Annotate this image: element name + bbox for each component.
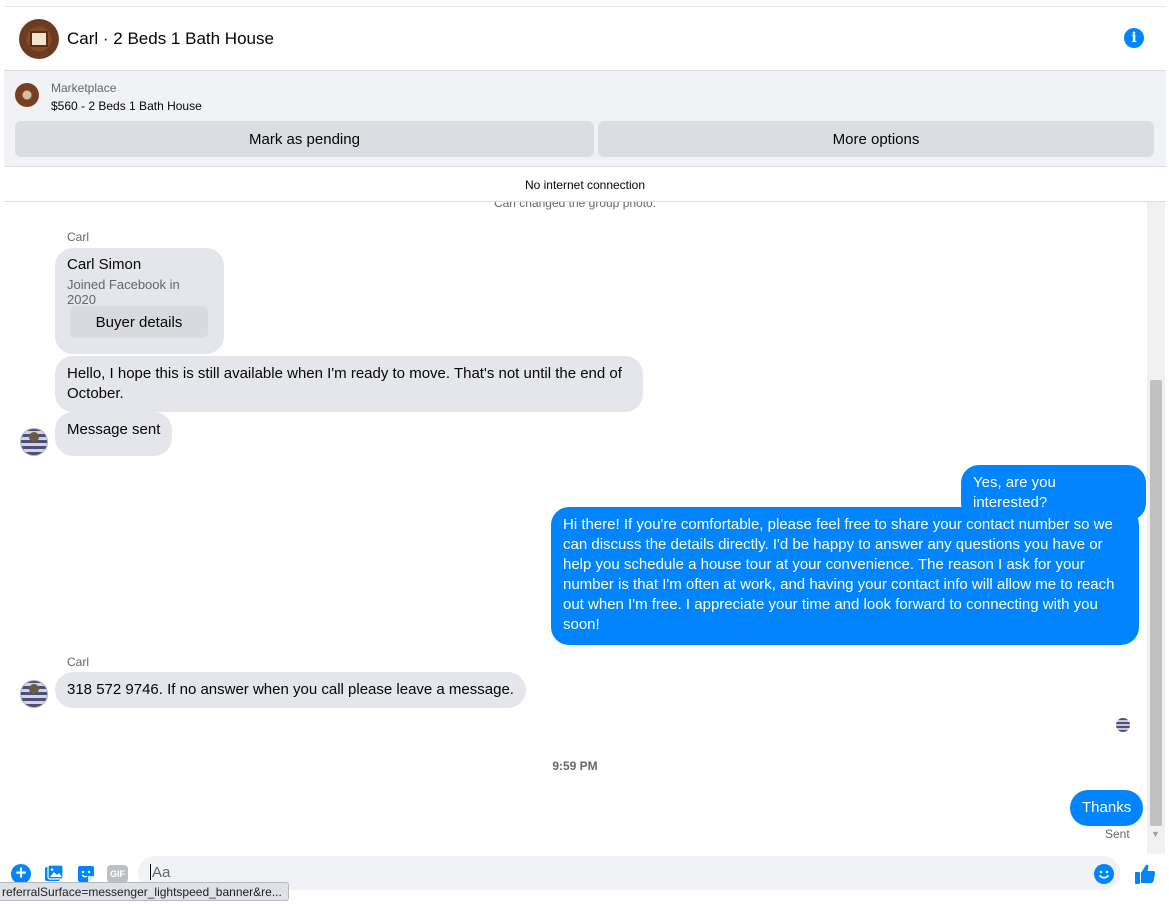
more-options-button[interactable]: More options bbox=[598, 121, 1154, 157]
message-bubble-outgoing[interactable]: Hi there! If you're comfortable, please … bbox=[551, 507, 1139, 645]
sent-status: Sent bbox=[1105, 827, 1130, 841]
emoji-icon[interactable] bbox=[1094, 864, 1114, 884]
system-message: Carl changed the group photo. bbox=[493, 202, 657, 210]
message-thread[interactable]: Carl changed the group photo. Carl Carl … bbox=[4, 202, 1146, 854]
gif-icon[interactable]: GIF bbox=[107, 865, 128, 883]
buyer-joined-date: Joined Facebook in 2020 bbox=[67, 277, 180, 307]
read-receipt-avatar bbox=[1116, 718, 1130, 732]
contact-avatar[interactable] bbox=[20, 428, 48, 456]
message-timestamp: 9:59 PM bbox=[552, 759, 598, 773]
buyer-details-button[interactable]: Buyer details bbox=[70, 306, 208, 338]
marketplace-panel: Marketplace $560 - 2 Beds 1 Bath House M… bbox=[4, 71, 1166, 167]
contact-avatar[interactable] bbox=[20, 680, 48, 708]
message-bubble-incoming[interactable]: 318 572 9746. If no answer when you call… bbox=[55, 672, 526, 708]
mark-as-pending-button[interactable]: Mark as pending bbox=[15, 121, 594, 157]
message-bubble-incoming[interactable]: Hello, I hope this is still available wh… bbox=[55, 356, 643, 412]
sticker-icon[interactable] bbox=[76, 864, 96, 884]
conversation-header: Carl · 2 Beds 1 Bath House i bbox=[4, 6, 1166, 71]
thumbs-up-icon[interactable] bbox=[1133, 862, 1157, 886]
text-caret bbox=[150, 864, 151, 880]
scrollbar-thumb[interactable] bbox=[1150, 380, 1162, 826]
sender-name: Carl bbox=[67, 655, 90, 669]
connection-status-banner: No internet connection bbox=[4, 168, 1166, 202]
info-icon[interactable]: i bbox=[1124, 28, 1144, 48]
message-input-placeholder: Aa bbox=[152, 864, 171, 881]
listing-title[interactable]: $560 - 2 Beds 1 Bath House bbox=[51, 99, 202, 113]
photo-icon[interactable] bbox=[44, 864, 64, 884]
message-bubble-outgoing[interactable]: Thanks bbox=[1070, 790, 1144, 826]
conversation-title[interactable]: Carl · 2 Beds 1 Bath House bbox=[67, 29, 274, 49]
buyer-profile-card: Carl Simon Joined Facebook in 2020 Buyer… bbox=[55, 248, 224, 354]
message-bubble-incoming[interactable]: Message sent bbox=[55, 412, 173, 456]
scrollbar[interactable]: ▼ bbox=[1147, 202, 1165, 854]
buyer-name: Carl Simon bbox=[67, 256, 142, 273]
marketplace-label: Marketplace bbox=[51, 81, 117, 95]
listing-thumbnail[interactable] bbox=[15, 83, 39, 107]
plus-icon[interactable]: + bbox=[11, 864, 31, 884]
sender-name: Carl bbox=[67, 230, 90, 244]
house-image-icon bbox=[30, 30, 48, 47]
status-bar-url: referralSurface=messenger_lightspeed_ban… bbox=[0, 882, 289, 901]
listing-avatar[interactable] bbox=[19, 18, 59, 59]
scroll-down-arrow-icon[interactable]: ▼ bbox=[1151, 829, 1160, 839]
